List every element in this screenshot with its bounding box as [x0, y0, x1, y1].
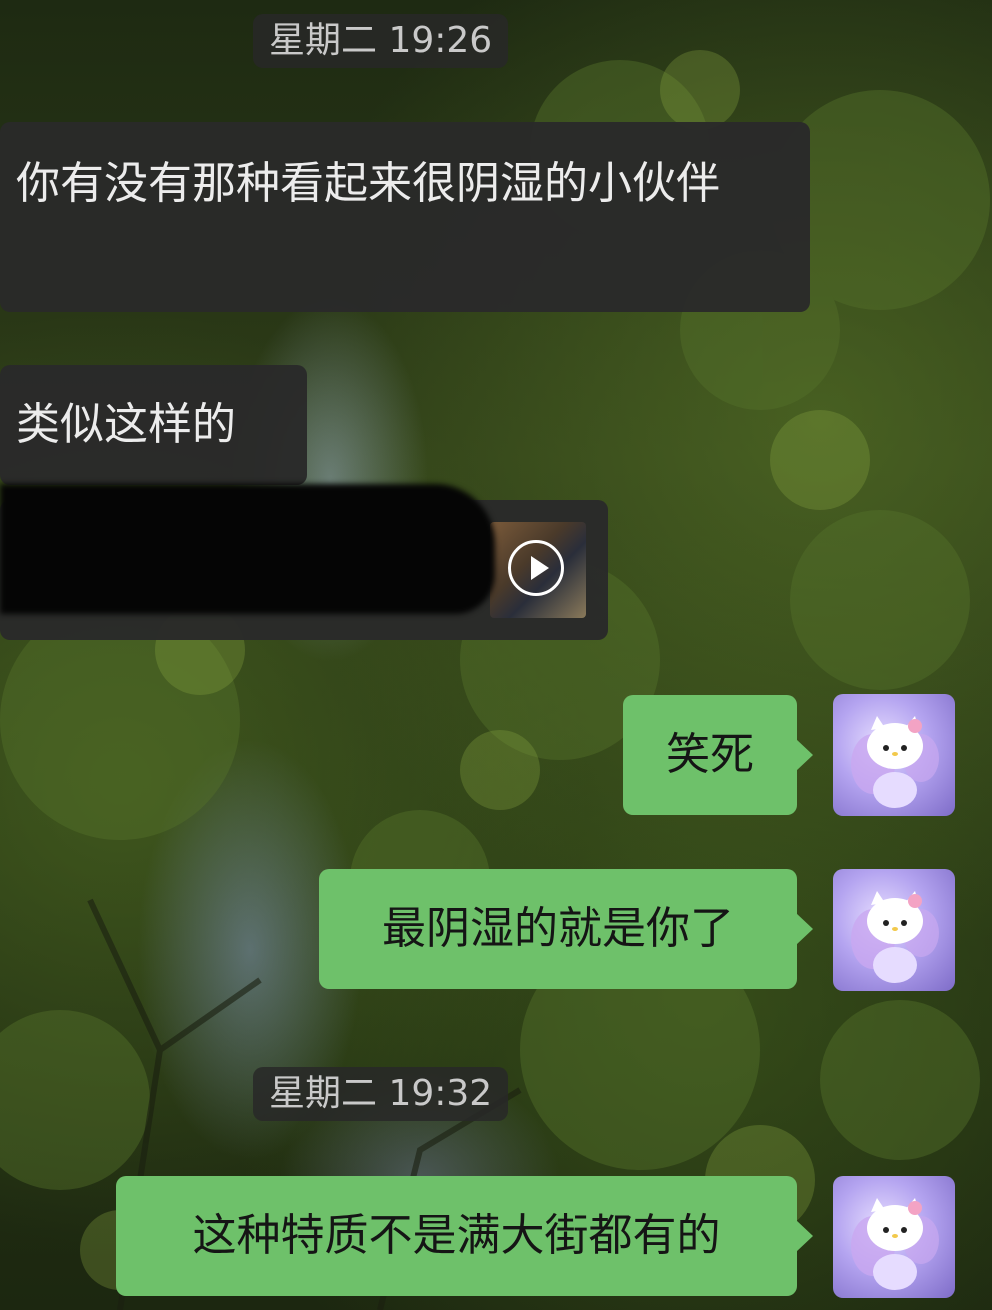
outgoing-message-bubble[interactable]: 最阴湿的就是你了 — [319, 869, 813, 989]
message-text: 你有没有那种看起来很阴湿的小伙伴 — [16, 158, 720, 209]
timestamp: 星期二 19:26 — [253, 14, 509, 68]
hello-kitty-fairy-avatar-icon — [851, 891, 939, 983]
message-text: 类似这样的 — [16, 399, 236, 450]
timestamp: 星期二 19:32 — [253, 1067, 509, 1121]
message-text: 这种特质不是满大街都有的 — [192, 1210, 721, 1261]
video-thumbnail[interactable] — [490, 522, 586, 618]
hello-kitty-fairy-avatar-icon — [851, 716, 939, 808]
play-icon — [508, 540, 564, 596]
incoming-message-bubble[interactable]: 你有没有那种看起来很阴湿的小伙伴 — [0, 122, 810, 312]
outgoing-message-bubble[interactable]: 这种特质不是满大街都有的 — [116, 1176, 813, 1296]
message-text: 最阴湿的就是你了 — [382, 903, 734, 954]
message-text: 笑死 — [666, 729, 754, 780]
avatar[interactable] — [833, 694, 955, 816]
hello-kitty-fairy-avatar-icon — [851, 1198, 939, 1290]
incoming-message-bubble[interactable]: 类似这样的 — [0, 365, 307, 485]
avatar[interactable] — [833, 869, 955, 991]
redacted-region — [0, 484, 495, 614]
outgoing-message-bubble[interactable]: 笑死 — [623, 695, 813, 815]
avatar[interactable] — [833, 1176, 955, 1298]
